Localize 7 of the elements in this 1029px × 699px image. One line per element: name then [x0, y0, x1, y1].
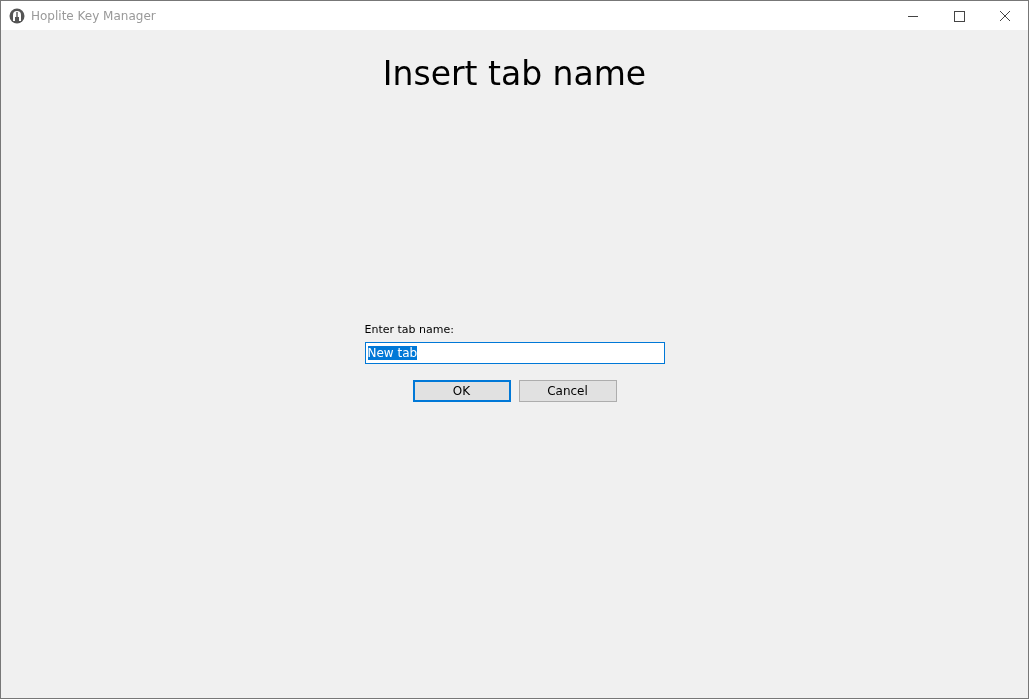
field-label: Enter tab name:: [364, 323, 455, 336]
window-title: Hoplite Key Manager: [31, 8, 157, 23]
page-heading: Insert tab name: [382, 53, 647, 95]
dialog-button[interactable]: OK: [412, 380, 511, 402]
helmet-icon: [9, 7, 25, 24]
dialog-button[interactable]: Cancel: [518, 380, 617, 402]
tab-name-input[interactable]: New tab: [364, 342, 665, 364]
